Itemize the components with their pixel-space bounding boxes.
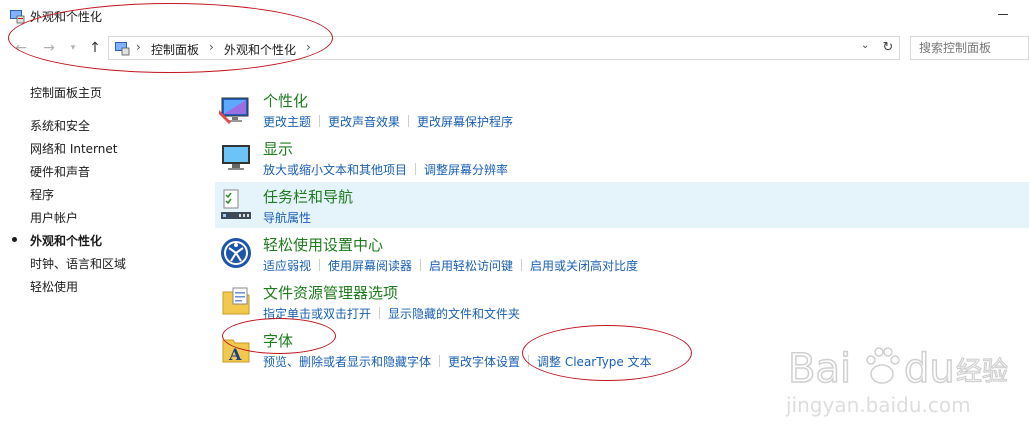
category-links: 适应弱视 使用屏幕阅读器 启用轻松访问键 启用或关闭高对比度 <box>263 257 638 274</box>
sidebar-item-network[interactable]: 网络和 Internet <box>30 140 117 157</box>
search-input[interactable] <box>911 37 1028 59</box>
link-preview-fonts[interactable]: 预览、删除或者显示和隐藏字体 <box>263 355 431 369</box>
link-high-contrast[interactable]: 启用或关闭高对比度 <box>530 259 638 273</box>
link-change-sounds[interactable]: 更改声音效果 <box>328 115 400 129</box>
fonts-icon: A <box>222 339 250 364</box>
refresh-icon[interactable]: ↻ <box>878 37 898 59</box>
active-bullet <box>12 237 17 242</box>
link-resize-text[interactable]: 放大或缩小文本和其他项目 <box>263 163 407 177</box>
personalization-icon <box>219 97 249 124</box>
breadcrumb-appearance[interactable]: 外观和个性化 <box>224 41 296 58</box>
control-panel-icon <box>10 10 25 24</box>
link-access-keys[interactable]: 启用轻松访问键 <box>429 259 513 273</box>
category-title[interactable]: 显示 <box>263 138 293 159</box>
link-change-theme[interactable]: 更改主题 <box>263 115 311 129</box>
sidebar-item-appearance[interactable]: 外观和个性化 <box>30 232 102 249</box>
category-title[interactable]: 轻松使用设置中心 <box>263 234 383 255</box>
breadcrumb-separator: › <box>136 40 141 54</box>
category-title[interactable]: 文件资源管理器选项 <box>263 282 398 303</box>
link-cleartype[interactable]: 调整 ClearType 文本 <box>537 355 652 369</box>
category-links: 预览、删除或者显示和隐藏字体 更改字体设置 调整 ClearType 文本 <box>263 353 652 370</box>
sidebar-item-home[interactable]: 控制面板主页 <box>30 84 102 101</box>
chevron-down-icon[interactable]: ▾ <box>64 39 82 57</box>
ease-of-access-icon <box>221 238 251 268</box>
svg-text:A: A <box>228 345 242 364</box>
link-navigation-properties[interactable]: 导航属性 <box>263 211 311 225</box>
navigation-bar: ← → ▾ ↑ › 控制面板 › 外观和个性化 › ⌄ ↻ <box>0 34 1029 62</box>
control-panel-icon <box>115 42 130 56</box>
category-title[interactable]: 个性化 <box>263 90 308 111</box>
link-screen-reader[interactable]: 使用屏幕阅读器 <box>328 259 412 273</box>
display-monitor-icon <box>222 145 250 170</box>
sidebar-item-clock-language[interactable]: 时钟、语言和区域 <box>30 255 126 272</box>
title-bar: 外观和个性化 <box>0 0 1029 32</box>
category-title[interactable]: 字体 <box>263 330 293 351</box>
category-display: 显示 放大或缩小文本和其他项目 调整屏幕分辨率 <box>215 134 1029 180</box>
category-ease-of-access: 轻松使用设置中心 适应弱视 使用屏幕阅读器 启用轻松访问键 启用或关闭高对比度 <box>215 230 1029 276</box>
taskbar-icon <box>221 189 251 219</box>
category-links: 放大或缩小文本和其他项目 调整屏幕分辨率 <box>263 161 508 178</box>
sidebar-item-user-accounts[interactable]: 用户帐户 <box>30 209 78 226</box>
address-dropdown-icon[interactable]: ⌄ <box>861 40 869 51</box>
search-box[interactable] <box>910 36 1029 60</box>
forward-arrow-icon[interactable]: → <box>40 39 58 57</box>
folder-options-icon <box>222 287 250 315</box>
minimize-button[interactable] <box>998 14 1008 15</box>
category-links: 导航属性 <box>263 209 311 226</box>
watermark-url: jingyan.baidu.com <box>785 393 971 417</box>
category-personalization: 个性化 更改主题 更改声音效果 更改屏幕保护程序 <box>215 86 1029 132</box>
category-file-explorer-options: 文件资源管理器选项 指定单击或双击打开 显示隐藏的文件和文件夹 <box>215 278 1029 324</box>
link-change-screensaver[interactable]: 更改屏幕保护程序 <box>417 115 513 129</box>
breadcrumb-separator: › <box>306 40 311 54</box>
breadcrumb-control-panel[interactable]: 控制面板 <box>151 41 199 58</box>
link-font-settings[interactable]: 更改字体设置 <box>448 355 520 369</box>
sidebar-item-system-security[interactable]: 系统和安全 <box>30 117 90 134</box>
category-title[interactable]: 任务栏和导航 <box>263 186 353 207</box>
link-show-hidden-files[interactable]: 显示隐藏的文件和文件夹 <box>388 307 520 321</box>
sidebar-item-programs[interactable]: 程序 <box>30 186 54 203</box>
sidebar-item-hardware-sound[interactable]: 硬件和声音 <box>30 163 90 180</box>
category-links: 更改主题 更改声音效果 更改屏幕保护程序 <box>263 113 513 130</box>
sidebar-item-ease-of-access[interactable]: 轻松使用 <box>30 278 78 295</box>
link-single-double-click[interactable]: 指定单击或双击打开 <box>263 307 371 321</box>
up-arrow-icon[interactable]: ↑ <box>86 39 104 57</box>
breadcrumb-separator: › <box>209 40 214 54</box>
category-fonts: A 字体 预览、删除或者显示和隐藏字体 更改字体设置 调整 ClearType 文本 <box>215 326 1029 372</box>
link-screen-resolution[interactable]: 调整屏幕分辨率 <box>424 163 508 177</box>
category-links: 指定单击或双击打开 显示隐藏的文件和文件夹 <box>263 305 520 322</box>
link-low-vision[interactable]: 适应弱视 <box>263 259 311 273</box>
window-title: 外观和个性化 <box>30 10 103 24</box>
back-arrow-icon[interactable]: ← <box>12 39 30 57</box>
address-bar[interactable]: › 控制面板 › 外观和个性化 › ⌄ <box>108 36 900 60</box>
category-taskbar[interactable]: 任务栏和导航 导航属性 <box>215 182 1029 228</box>
